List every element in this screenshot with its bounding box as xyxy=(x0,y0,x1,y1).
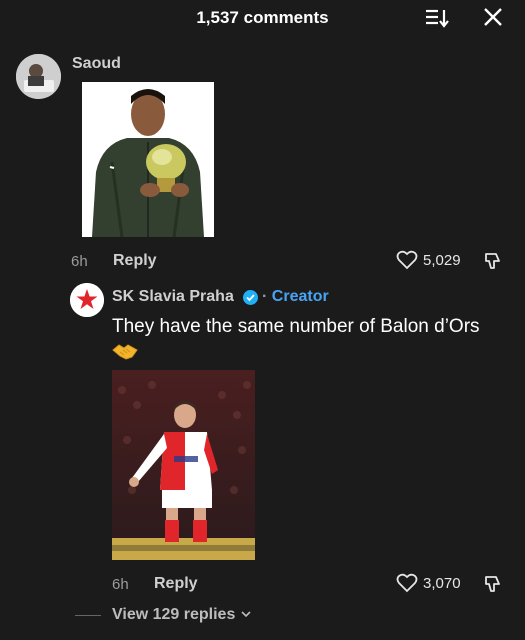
comment-photo[interactable] xyxy=(82,82,214,238)
view-replies-button[interactable]: View 129 replies xyxy=(112,606,252,624)
comment-timestamp: 6h xyxy=(112,576,129,593)
reply-button[interactable]: Reply xyxy=(154,575,198,593)
comment-username[interactable]: SK Slavia Praha xyxy=(112,288,234,306)
comment-text: They have the same number of Balon d’Ors xyxy=(112,316,480,337)
close-icon[interactable] xyxy=(482,6,504,28)
dislike-icon[interactable] xyxy=(483,251,503,276)
reply-button[interactable]: Reply xyxy=(113,252,157,270)
view-replies-label: View 129 replies xyxy=(112,606,236,623)
handshake-icon xyxy=(112,342,138,360)
separator-dot: · xyxy=(262,288,268,305)
comment-timestamp: 6h xyxy=(71,253,88,270)
like-count: 5,029 xyxy=(423,252,461,269)
comment-photo[interactable] xyxy=(112,370,255,560)
like-count: 3,070 xyxy=(423,575,461,592)
creator-badge: · Creator xyxy=(262,288,329,306)
heart-icon[interactable] xyxy=(396,250,418,275)
avatar[interactable] xyxy=(16,54,61,99)
chevron-down-icon xyxy=(240,606,252,623)
dislike-icon[interactable] xyxy=(483,574,503,599)
heart-icon[interactable] xyxy=(396,573,418,598)
divider-line xyxy=(75,615,101,616)
comments-header: 1,537 comments xyxy=(0,0,525,36)
avatar[interactable] xyxy=(70,283,104,317)
verified-badge-icon xyxy=(243,290,258,305)
comment-username[interactable]: Saoud xyxy=(72,55,121,73)
sort-icon[interactable] xyxy=(424,7,450,29)
creator-label: Creator xyxy=(271,288,329,305)
